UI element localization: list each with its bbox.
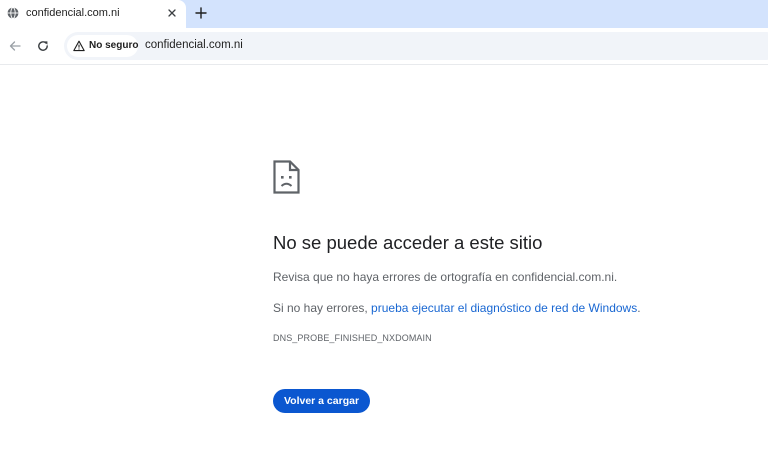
toolbar: No seguro confidencial.com.ni [0, 28, 768, 65]
globe-icon [7, 7, 19, 19]
close-icon[interactable] [166, 7, 178, 19]
arrow-back-icon[interactable] [8, 39, 22, 53]
suggestion-prefix: Si no hay errores, [273, 301, 372, 315]
network-diagnostics-link[interactable]: prueba ejecutar el diagnóstico de red de… [371, 301, 637, 315]
reload-button[interactable]: Volver a cargar [273, 389, 370, 413]
tab-strip: confidencial.com.ni [0, 0, 768, 28]
url-text[interactable]: confidencial.com.ni [145, 39, 243, 51]
sad-document-icon [273, 160, 300, 194]
error-suggestion: Si no hay errores, prueba ejecutar el di… [273, 301, 641, 315]
security-label: No seguro [89, 40, 139, 51]
error-title: No se puede acceder a este sitio [273, 232, 543, 253]
suggestion-suffix: . [637, 301, 641, 315]
plus-icon[interactable] [194, 6, 208, 20]
security-chip[interactable]: No seguro [67, 35, 138, 57]
warning-triangle-icon [73, 40, 85, 52]
error-message: Revisa que no haya errores de ortografía… [273, 270, 618, 284]
tab-title: confidencial.com.ni [26, 7, 120, 19]
reload-icon[interactable] [36, 39, 50, 53]
address-bar[interactable]: No seguro confidencial.com.ni [64, 32, 768, 60]
tab-active[interactable]: confidencial.com.ni [0, 0, 186, 28]
error-code: DNS_PROBE_FINISHED_NXDOMAIN [273, 333, 432, 343]
